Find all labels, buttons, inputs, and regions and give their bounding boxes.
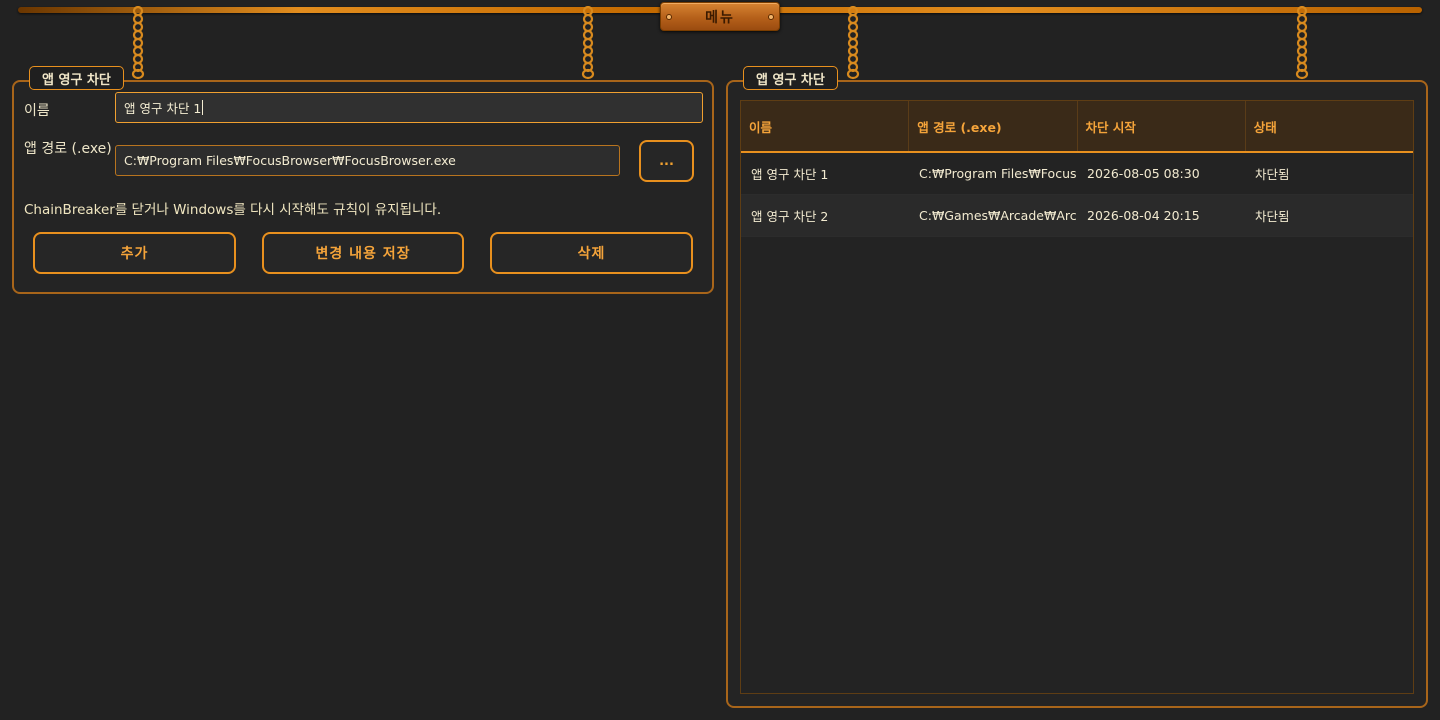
browse-button[interactable]: ... bbox=[639, 140, 694, 182]
name-input[interactable]: 앱 영구 차단 1 bbox=[115, 92, 703, 123]
rivet-icon bbox=[666, 14, 672, 20]
add-button[interactable]: 추가 bbox=[33, 232, 236, 274]
cell-status: 차단됨 bbox=[1255, 209, 1290, 224]
path-input[interactable]: C:₩Program Files₩FocusBrowser₩FocusBrows… bbox=[115, 145, 620, 176]
chain-decoration bbox=[1295, 6, 1309, 80]
column-header-start[interactable]: 차단 시작 bbox=[1078, 101, 1246, 151]
table-row[interactable]: 앱 영구 차단 2 C:₩Games₩Arcade₩Arca... 2026-0… bbox=[741, 195, 1413, 237]
text-caret bbox=[202, 100, 204, 115]
cell-name: 앱 영구 차단 2 bbox=[751, 209, 829, 224]
column-header-name[interactable]: 이름 bbox=[741, 101, 910, 151]
cell-status: 차단됨 bbox=[1255, 167, 1290, 182]
rivet-icon bbox=[768, 14, 774, 20]
panel-title: 앱 영구 차단 bbox=[743, 66, 838, 90]
panel-title: 앱 영구 차단 bbox=[29, 66, 124, 90]
delete-button[interactable]: 삭제 bbox=[490, 232, 693, 274]
persistence-note: ChainBreaker를 닫거나 Windows를 다시 시작해도 규칙이 유… bbox=[24, 202, 442, 218]
save-changes-button[interactable]: 변경 내용 저장 bbox=[262, 232, 464, 274]
column-header-status[interactable]: 상태 bbox=[1246, 101, 1413, 151]
rule-list-panel: 앱 영구 차단 이름 앱 경로 (.exe) 차단 시작 상태 앱 영구 차단 … bbox=[726, 66, 1428, 708]
name-label: 이름 bbox=[24, 103, 50, 119]
column-header-path[interactable]: 앱 경로 (.exe) bbox=[909, 101, 1078, 151]
path-label: 앱 경로 (.exe) bbox=[24, 141, 112, 157]
cell-start: 2026-08-04 20:15 bbox=[1087, 208, 1200, 223]
edit-rule-panel: 앱 영구 차단 이름 앱 영구 차단 1 앱 경로 (.exe) C:₩Prog… bbox=[12, 66, 714, 294]
chain-decoration bbox=[846, 6, 860, 80]
path-input-value: C:₩Program Files₩FocusBrowser₩FocusBrows… bbox=[124, 153, 456, 168]
cell-name: 앱 영구 차단 1 bbox=[751, 167, 829, 182]
table-row[interactable]: 앱 영구 차단 1 C:₩Program Files₩Focus... 2026… bbox=[741, 153, 1413, 195]
name-input-value: 앱 영구 차단 1 bbox=[124, 101, 202, 116]
cell-start: 2026-08-05 08:30 bbox=[1087, 166, 1200, 181]
chain-decoration bbox=[581, 6, 595, 80]
table-header: 이름 앱 경로 (.exe) 차단 시작 상태 bbox=[741, 101, 1413, 153]
menu-label: 메뉴 bbox=[705, 9, 735, 26]
cell-path: C:₩Games₩Arcade₩Arca... bbox=[919, 208, 1077, 223]
cell-path: C:₩Program Files₩Focus... bbox=[919, 166, 1077, 181]
chain-decoration bbox=[131, 6, 145, 80]
menu-button[interactable]: 메뉴 bbox=[660, 2, 780, 31]
rules-table: 이름 앱 경로 (.exe) 차단 시작 상태 앱 영구 차단 1 C:₩Pro… bbox=[740, 100, 1414, 694]
